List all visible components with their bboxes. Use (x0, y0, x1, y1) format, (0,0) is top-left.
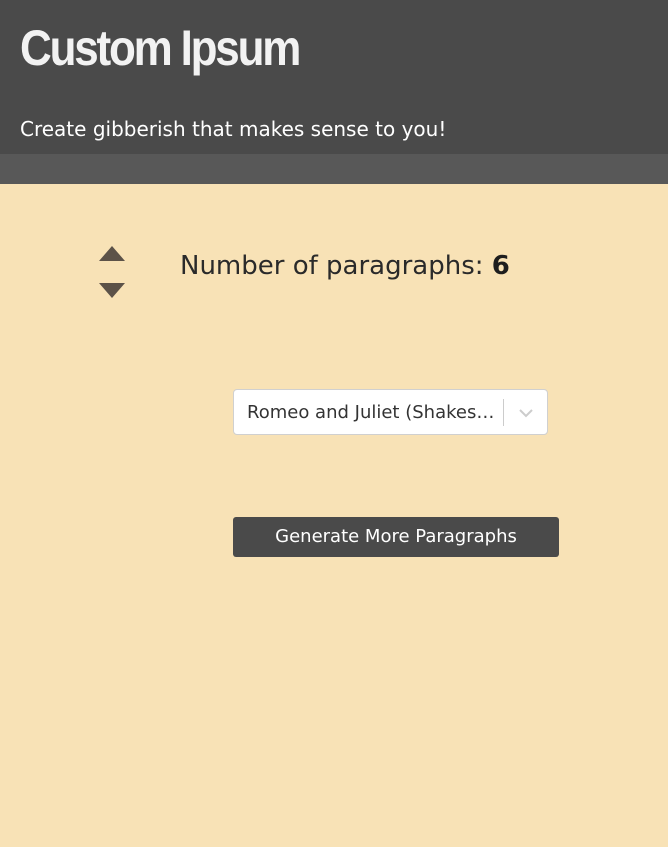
triangle-up-icon[interactable] (97, 244, 127, 264)
paragraph-count-stepper (97, 244, 127, 300)
header-divider-band (0, 154, 668, 184)
site-subtitle: Create gibberish that makes sense to you… (20, 117, 447, 141)
paragraph-count-display: Number of paragraphs: 6 (180, 248, 510, 284)
site-title: Custom Ipsum (20, 20, 301, 76)
chevron-down-icon[interactable] (517, 405, 535, 419)
source-text-select[interactable]: Romeo and Juliet (Shakespeare) (233, 389, 548, 435)
triangle-down-icon[interactable] (97, 280, 127, 300)
page-header: Custom Ipsum Create gibberish that makes… (0, 0, 668, 154)
paragraph-count-label: Number of paragraphs: (180, 251, 492, 281)
paragraph-count-value: 6 (491, 251, 510, 281)
generate-more-paragraphs-button[interactable]: Generate More Paragraphs (233, 517, 559, 557)
source-text-selected-value: Romeo and Juliet (Shakespeare) (247, 402, 505, 423)
select-separator (503, 399, 504, 426)
